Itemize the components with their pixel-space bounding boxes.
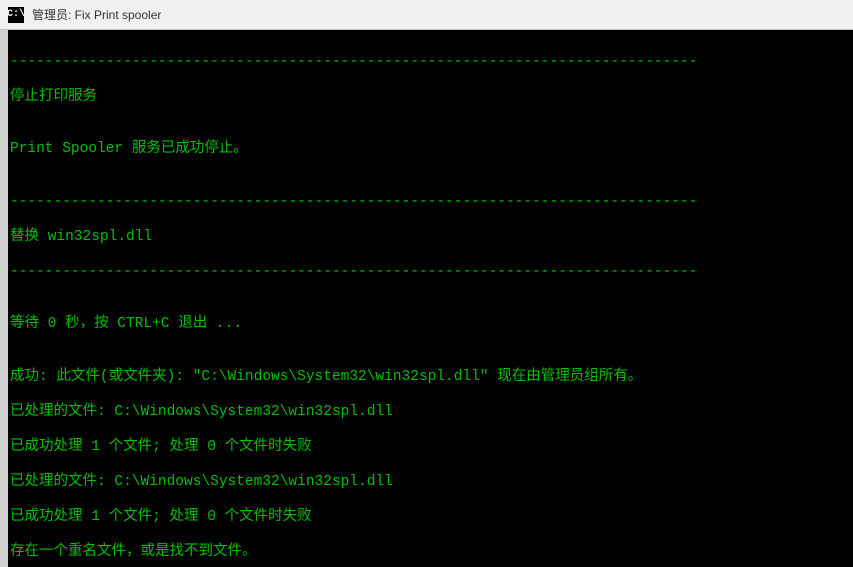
console-line: 已处理的文件: C:\Windows\System32\win32spl.dll (10, 404, 853, 422)
window-titlebar: C:\ 管理员: Fix Print spooler (0, 0, 853, 30)
console-line: 等待 0 秒，按 CTRL+C 退出 ... (10, 316, 853, 334)
console-line: ----------------------------------------… (10, 54, 853, 72)
console-line: 停止打印服务 (10, 89, 853, 107)
console-line: 替换 win32spl.dll (10, 229, 853, 247)
console-line: Print Spooler 服务已成功停止。 (10, 141, 853, 159)
console-line: 成功: 此文件(或文件夹): "C:\Windows\System32\win3… (10, 369, 853, 387)
console-output[interactable]: ----------------------------------------… (8, 30, 853, 567)
console-line: ----------------------------------------… (10, 264, 853, 282)
cmd-icon: C:\ (8, 7, 24, 23)
console-line: 存在一个重名文件，或是找不到文件。 (10, 544, 853, 562)
window-title: 管理员: Fix Print spooler (32, 6, 161, 23)
console-line: 已成功处理 1 个文件; 处理 0 个文件时失败 (10, 439, 853, 457)
console-line: 已处理的文件: C:\Windows\System32\win32spl.dll (10, 474, 853, 492)
console-line: ----------------------------------------… (10, 194, 853, 212)
console-line: 已成功处理 1 个文件; 处理 0 个文件时失败 (10, 509, 853, 527)
